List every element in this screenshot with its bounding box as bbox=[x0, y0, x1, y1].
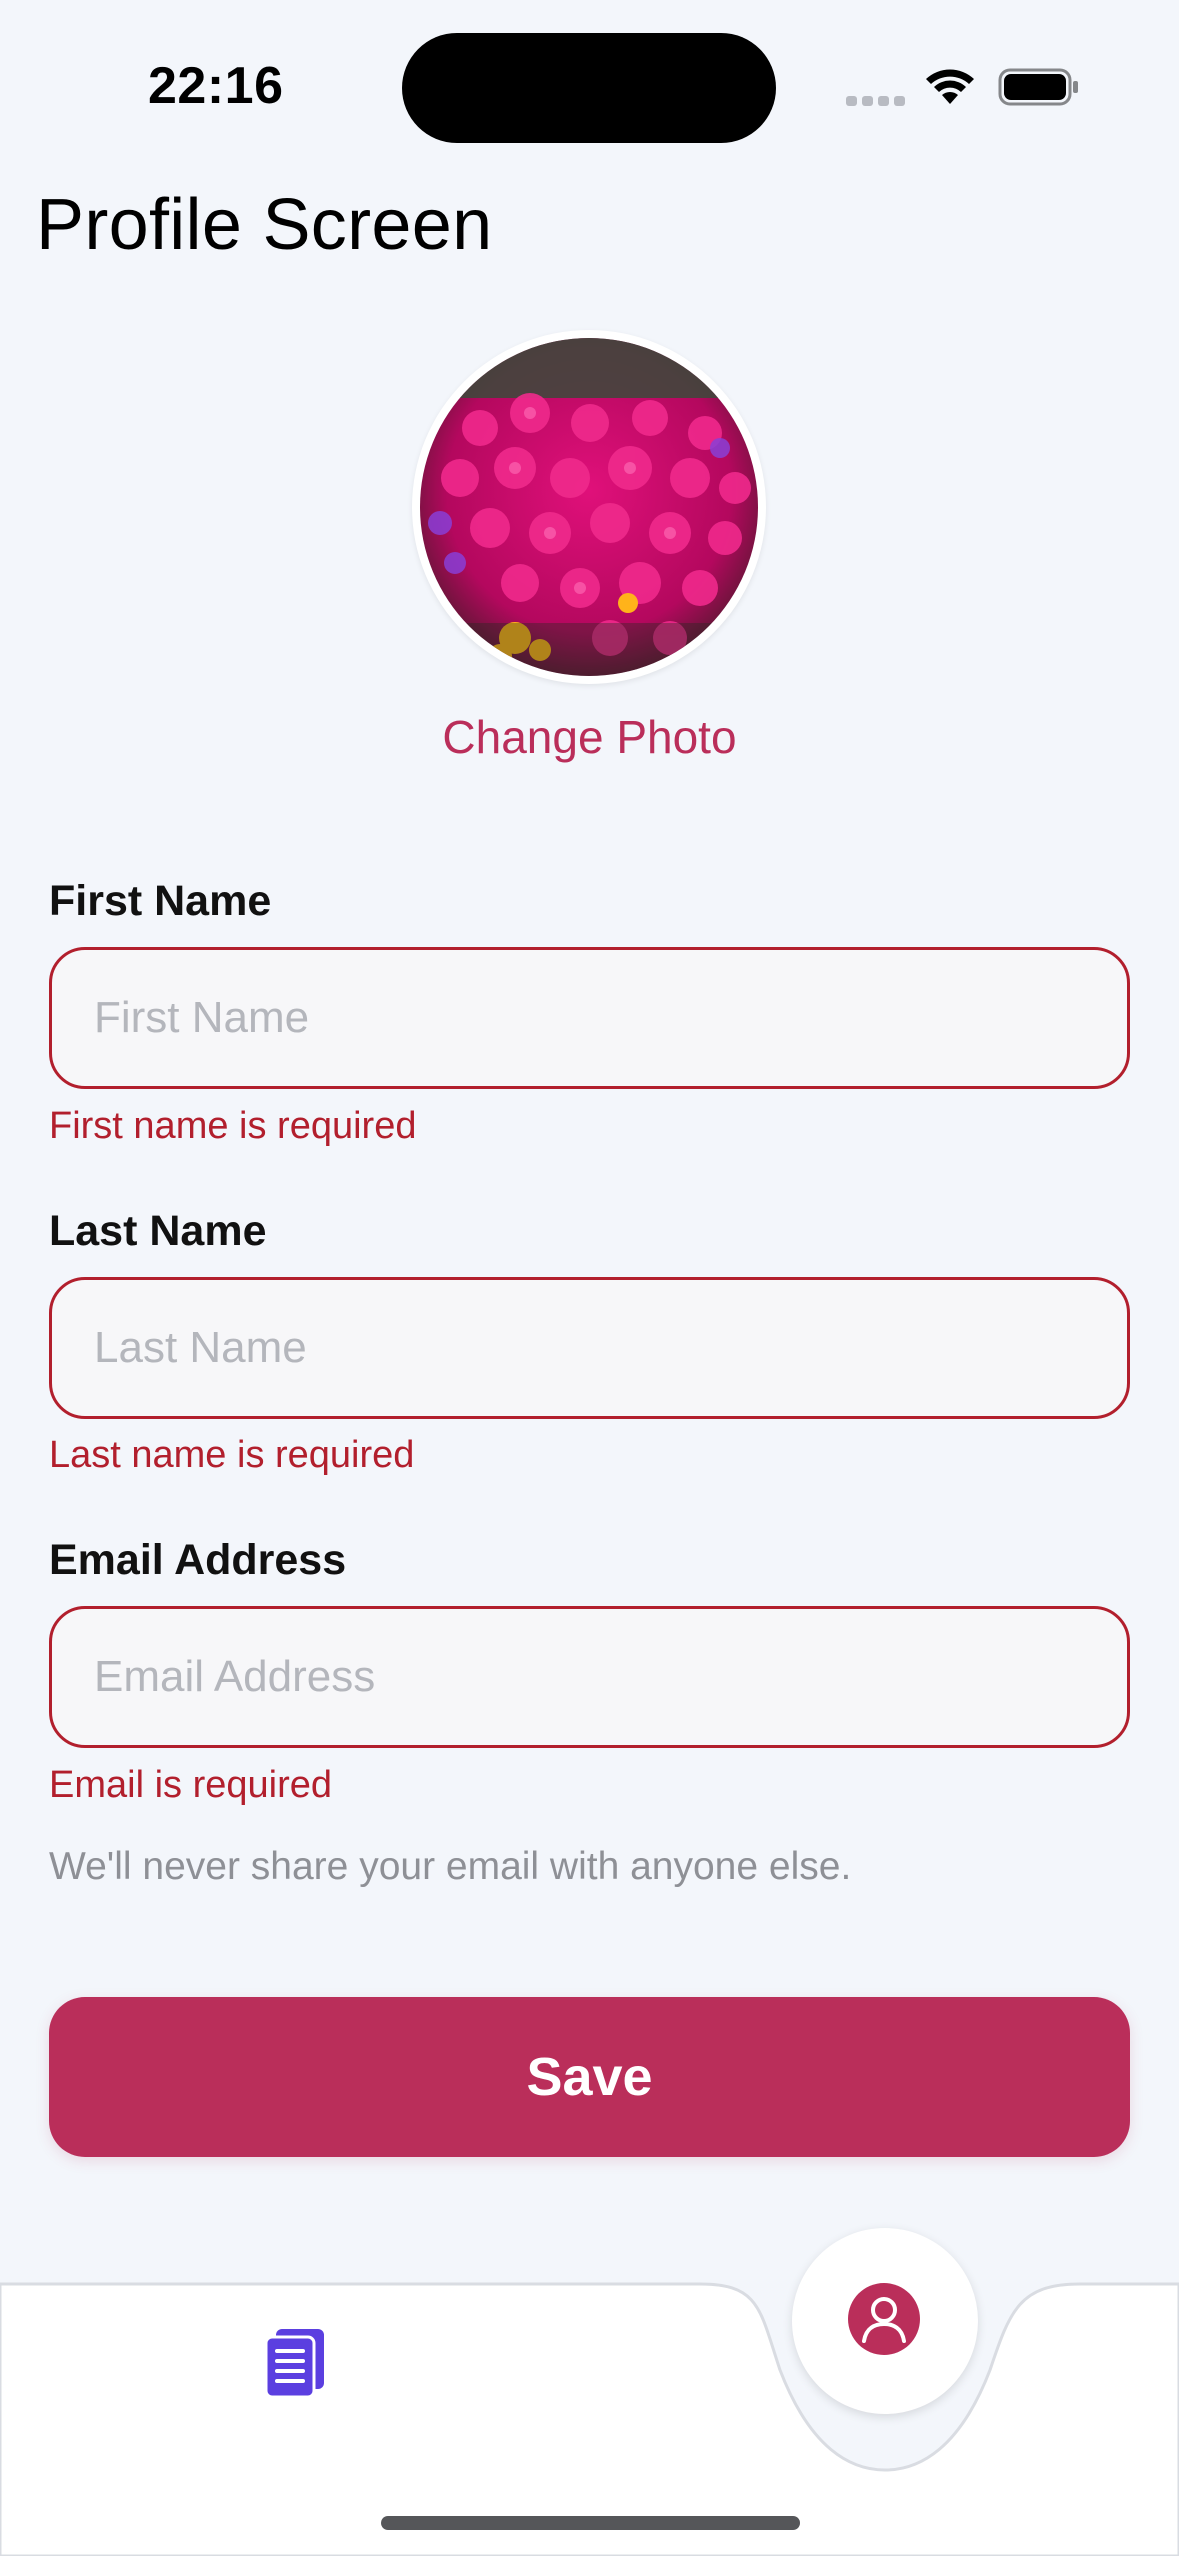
email-error: Email is required bbox=[49, 1764, 332, 1806]
email-label: Email Address bbox=[49, 1536, 347, 1584]
cellular-signal-icon bbox=[846, 96, 906, 106]
battery-icon bbox=[998, 68, 1078, 106]
profile-avatar[interactable] bbox=[412, 330, 766, 684]
first-name-label: First Name bbox=[49, 877, 272, 925]
page-title: Profile Screen bbox=[36, 185, 493, 265]
first-name-input[interactable] bbox=[49, 947, 1130, 1089]
flower-photo-image bbox=[420, 338, 758, 676]
status-time: 22:16 bbox=[148, 57, 284, 115]
last-name-input[interactable] bbox=[49, 1277, 1130, 1419]
last-name-error: Last name is required bbox=[49, 1434, 415, 1476]
email-input[interactable] bbox=[49, 1606, 1130, 1748]
avatar-photo bbox=[420, 338, 758, 676]
home-indicator bbox=[381, 2516, 800, 2530]
save-button[interactable]: Save bbox=[49, 1997, 1130, 2157]
tab-documents[interactable] bbox=[262, 2327, 328, 2399]
wifi-icon bbox=[926, 69, 974, 104]
tab-profile[interactable] bbox=[792, 2228, 978, 2414]
email-help-text: We'll never share your email with anyone… bbox=[49, 1845, 852, 1888]
user-icon bbox=[848, 2283, 920, 2355]
document-list-icon bbox=[264, 2329, 324, 2399]
first-name-error: First name is required bbox=[49, 1105, 417, 1147]
dynamic-island bbox=[402, 33, 776, 143]
last-name-label: Last Name bbox=[49, 1207, 267, 1255]
change-photo-button[interactable]: Change Photo bbox=[0, 710, 1179, 764]
tab-bar bbox=[0, 2282, 1179, 2556]
